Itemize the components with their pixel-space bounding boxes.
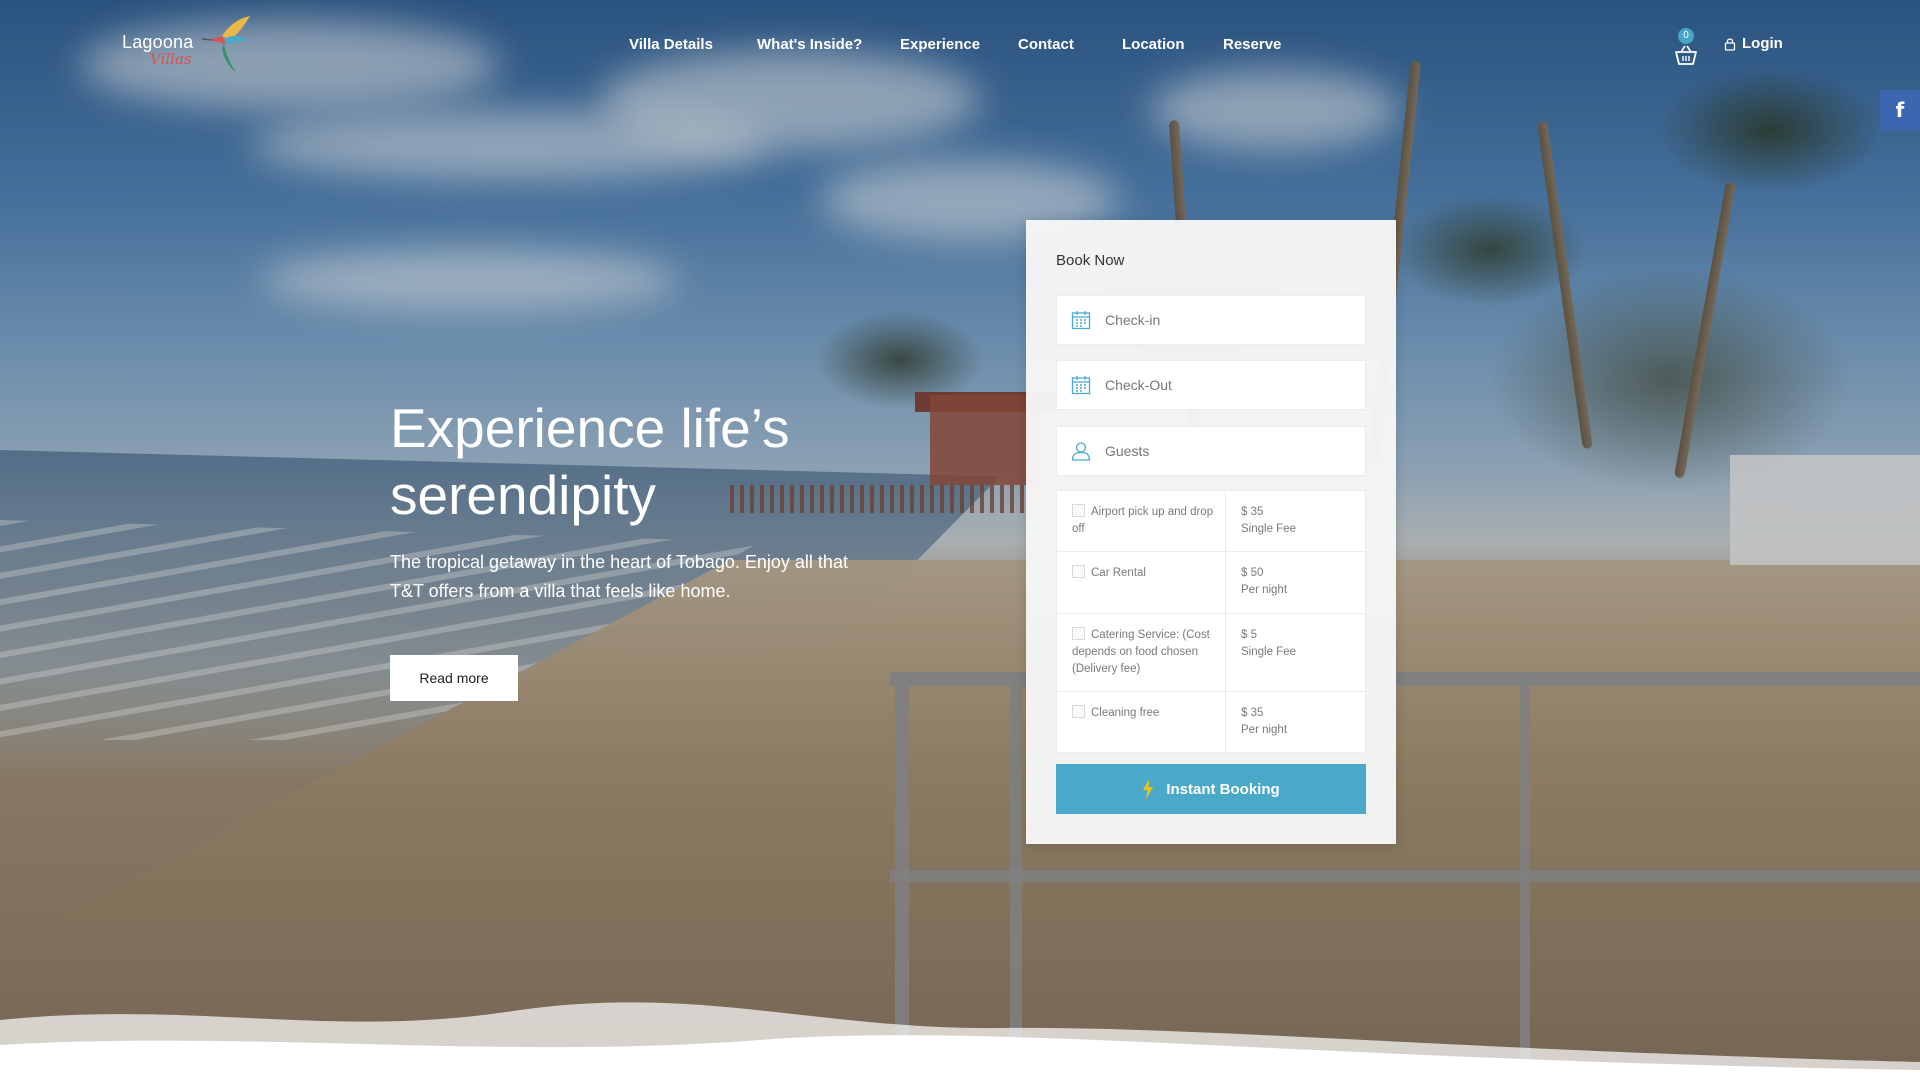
extra-label-cell: Cleaning free: [1057, 692, 1226, 752]
nav-item-experience[interactable]: Experience: [900, 36, 980, 53]
extra-price-cell: $ 5 Single Fee: [1226, 614, 1365, 691]
facebook-icon: f: [1895, 98, 1905, 122]
nav-item-whats-inside[interactable]: What's Inside?: [757, 36, 862, 53]
checkin-field[interactable]: Check-in: [1056, 295, 1366, 345]
extra-label-cell: Airport pick up and drop off: [1057, 491, 1226, 551]
extra-price-cell: $ 35 Single Fee: [1226, 491, 1365, 551]
login-label: Login: [1742, 35, 1783, 52]
checkout-field[interactable]: Check-Out: [1056, 360, 1366, 410]
nav-item-location[interactable]: Location: [1122, 36, 1185, 53]
extra-checkbox[interactable]: [1072, 627, 1085, 640]
extra-label: Airport pick up and drop off: [1072, 506, 1214, 535]
extra-label: Car Rental: [1091, 567, 1146, 579]
extra-price-cell: $ 50 Per night: [1226, 552, 1365, 613]
nav-item-villa-details[interactable]: Villa Details: [629, 36, 713, 53]
lock-icon: [1724, 37, 1736, 51]
cart-count-badge: 0: [1678, 28, 1694, 44]
extra-price-cell: $ 35 Per night: [1226, 692, 1365, 752]
guests-field[interactable]: Guests: [1056, 426, 1366, 476]
checkin-placeholder: Check-in: [1105, 312, 1161, 328]
hummingbird-icon: [201, 16, 250, 72]
extra-price: $ 35: [1241, 707, 1264, 719]
nav-item-reserve[interactable]: Reserve: [1223, 36, 1281, 53]
hero-background: [0, 0, 1920, 1080]
login-link[interactable]: Login: [1724, 35, 1783, 52]
overlay: [0, 0, 1920, 1080]
nav-item-contact[interactable]: Contact: [1018, 36, 1074, 53]
calendar-icon: [1057, 310, 1105, 330]
extra-unit: Single Fee: [1241, 523, 1296, 535]
extra-label: Cleaning free: [1091, 707, 1160, 719]
booking-title: Book Now: [1056, 252, 1125, 269]
calendar-icon: [1057, 375, 1105, 395]
extra-label-cell: Car Rental: [1057, 552, 1226, 613]
extra-checkbox[interactable]: [1072, 705, 1085, 718]
hero-subtitle: The tropical getaway in the heart of Tob…: [390, 552, 848, 601]
extra-unit: Per night: [1241, 584, 1288, 596]
guests-placeholder: Guests: [1105, 443, 1150, 459]
user-icon: [1057, 441, 1105, 461]
extra-label: Catering Service: (Cost depends on food …: [1072, 629, 1210, 675]
extra-price: $ 5: [1241, 629, 1257, 641]
cart-button[interactable]: 0: [1672, 28, 1702, 68]
bottom-wave: [0, 1002, 1920, 1080]
booking-panel: Book Now Check-in Check-Out Guests Airpo…: [1026, 220, 1396, 844]
extra-row: Catering Service: (Cost depends on food …: [1057, 613, 1365, 691]
extra-row: Cleaning free $ 35 Per night: [1057, 691, 1365, 752]
hero-title: Experience life’s serendipity: [390, 397, 790, 526]
extra-label-cell: Catering Service: (Cost depends on food …: [1057, 614, 1226, 691]
basket-icon: [1675, 45, 1697, 65]
checkout-placeholder: Check-Out: [1105, 377, 1172, 393]
extra-unit: Per night: [1241, 724, 1288, 736]
extra-price: $ 50: [1241, 567, 1264, 579]
extra-checkbox[interactable]: [1072, 504, 1085, 517]
read-more-button[interactable]: Read more: [390, 655, 518, 701]
extra-checkbox[interactable]: [1072, 565, 1085, 578]
instant-booking-button[interactable]: Instant Booking: [1056, 764, 1366, 814]
facebook-share-button[interactable]: f: [1880, 90, 1920, 130]
instant-booking-label: Instant Booking: [1166, 780, 1280, 798]
extra-row: Airport pick up and drop off $ 35 Single…: [1057, 491, 1365, 551]
extra-row: Car Rental $ 50 Per night: [1057, 551, 1365, 613]
site-logo[interactable]: Lagoona Villas: [122, 14, 250, 74]
extra-unit: Single Fee: [1241, 646, 1296, 658]
extras-table: Airport pick up and drop off $ 35 Single…: [1056, 490, 1366, 753]
logo-script: Villas: [150, 50, 192, 68]
extra-price: $ 35: [1241, 506, 1264, 518]
lightning-icon: [1143, 779, 1154, 799]
